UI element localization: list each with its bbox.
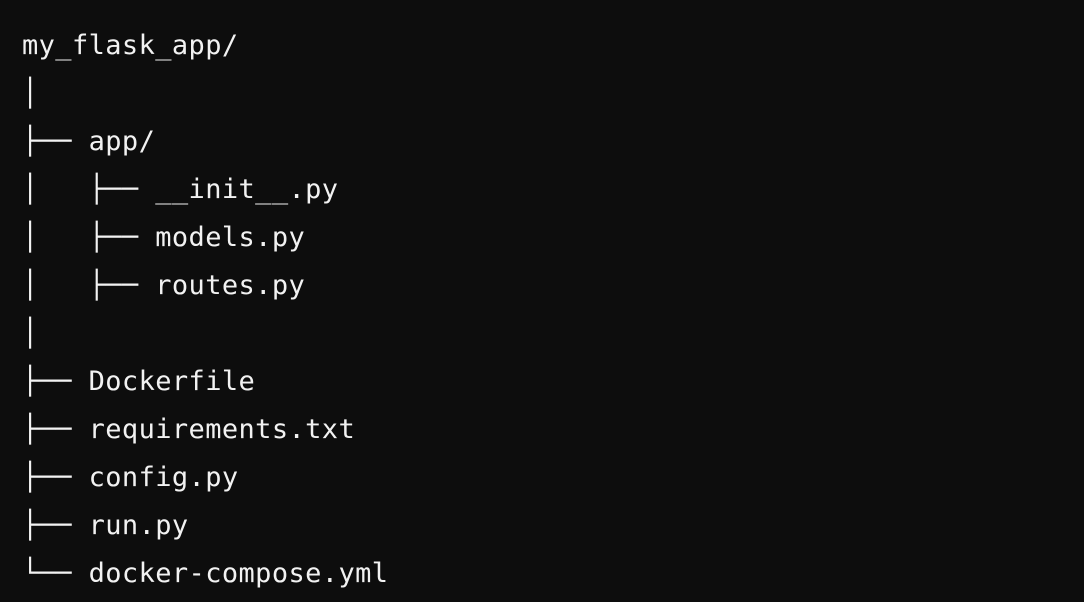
tree-file-config: ├── config.py [22, 462, 239, 493]
tree-file-docker-compose: └── docker-compose.yml [22, 558, 389, 589]
tree-file-dockerfile: ├── Dockerfile [22, 366, 256, 397]
tree-root-folder: my_flask_app/ [22, 30, 239, 61]
tree-file-run: ├── run.py [22, 510, 189, 541]
tree-file-init: │ ├── __init__.py [22, 174, 339, 205]
tree-file-models: │ ├── models.py [22, 222, 306, 253]
tree-folder-app: ├── app/ [22, 126, 156, 157]
tree-connector: │ [22, 318, 39, 349]
terminal-window: my_flask_app/ │ ├── app/ │ ├── __init__.… [0, 0, 1084, 602]
tree-file-requirements: ├── requirements.txt [22, 414, 356, 445]
tree-file-routes: │ ├── routes.py [22, 270, 306, 301]
tree-connector: │ [22, 78, 39, 109]
